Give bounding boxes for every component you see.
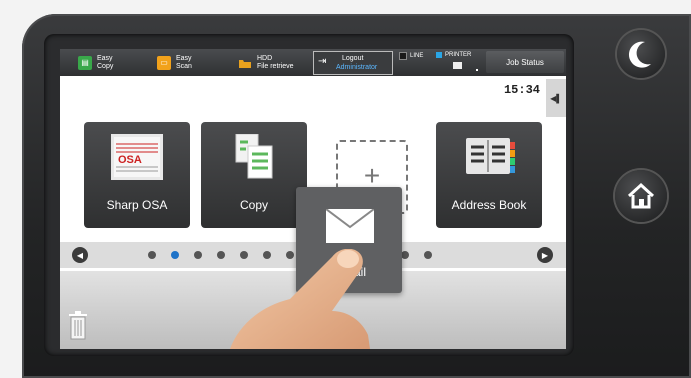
job-status-label: Job Status (506, 57, 544, 67)
page-dot[interactable] (194, 251, 202, 259)
printer-indicator: PRINTER (436, 52, 471, 58)
easy-copy-button[interactable]: ▤ Easy Copy (78, 52, 113, 73)
arrow-right-icon: ▶ (541, 250, 549, 260)
arrow-left-icon: ◀ (76, 250, 84, 260)
side-panel-toggle[interactable]: ◀▌ (546, 79, 566, 117)
easy-scan-button[interactable]: ▭ Easy Scan (157, 52, 192, 73)
hdd-file-retrieve-button[interactable]: HDD File retrieve (238, 52, 294, 73)
moon-icon (628, 41, 651, 68)
page-dot[interactable] (401, 251, 409, 259)
page-dot[interactable] (171, 251, 179, 259)
logout-user: Administrator (336, 64, 378, 71)
logout-button[interactable]: ⇥ Logout Administrator (313, 51, 393, 75)
collapse-arrow-icon: ◀▌ (550, 93, 562, 103)
line-indicator-light (399, 52, 407, 60)
printer-label: PRINTER (445, 52, 472, 58)
next-page-button[interactable]: ▶ (537, 247, 553, 263)
prev-page-button[interactable]: ◀ (72, 247, 88, 263)
line-label: LINE (410, 53, 424, 59)
home-icon (627, 182, 655, 209)
page-dot[interactable] (148, 251, 156, 259)
line-indicator: LINE (399, 52, 423, 60)
easy-copy-label-line2: Copy (97, 62, 114, 70)
page-dot[interactable] (424, 251, 432, 259)
address-book-icon (466, 138, 515, 174)
copy-tile[interactable]: Copy (201, 122, 307, 228)
logout-icon: ⇥ (318, 56, 327, 67)
hdd-label-line2: File retrieve (257, 62, 294, 70)
folder-icon (238, 56, 252, 70)
clock: 15:34 (503, 83, 540, 97)
logout-label: Logout (342, 55, 364, 62)
easy-copy-label-line1: Easy (97, 54, 113, 62)
copy-icon (235, 134, 273, 179)
sleep-button[interactable] (617, 30, 665, 78)
easy-scan-label-line2: Scan (176, 62, 192, 70)
printer-icon (453, 62, 462, 69)
sharp-osa-tile[interactable]: OSA Sharp OSA (84, 122, 190, 228)
printer-indicator-light (436, 52, 442, 58)
printer-status-dot (476, 69, 478, 71)
sharp-osa-label: Sharp OSA (106, 198, 168, 212)
easy-scan-label-line1: Easy (176, 54, 192, 62)
copy-label: Copy (239, 198, 268, 212)
envelope-icon (326, 209, 374, 243)
job-status-button[interactable]: Job Status (486, 51, 564, 73)
sharp-osa-icon: OSA (111, 134, 163, 180)
home-button[interactable] (615, 170, 667, 222)
pointing-hand (230, 249, 370, 349)
address-book-label: Address Book (451, 198, 527, 212)
top-bar: ▤ Easy Copy ▭ Easy Scan HDD File retriev… (60, 49, 566, 76)
address-book-tile[interactable]: Address Book (436, 122, 542, 228)
easy-copy-icon: ▤ (78, 55, 92, 70)
touch-screen: ▤ Easy Copy ▭ Easy Scan HDD File retriev… (60, 49, 566, 349)
easy-scan-icon: ▭ (157, 55, 171, 70)
svg-text:OSA: OSA (118, 154, 142, 166)
trash-icon[interactable] (67, 311, 89, 341)
hdd-label-line1: HDD (257, 54, 273, 62)
